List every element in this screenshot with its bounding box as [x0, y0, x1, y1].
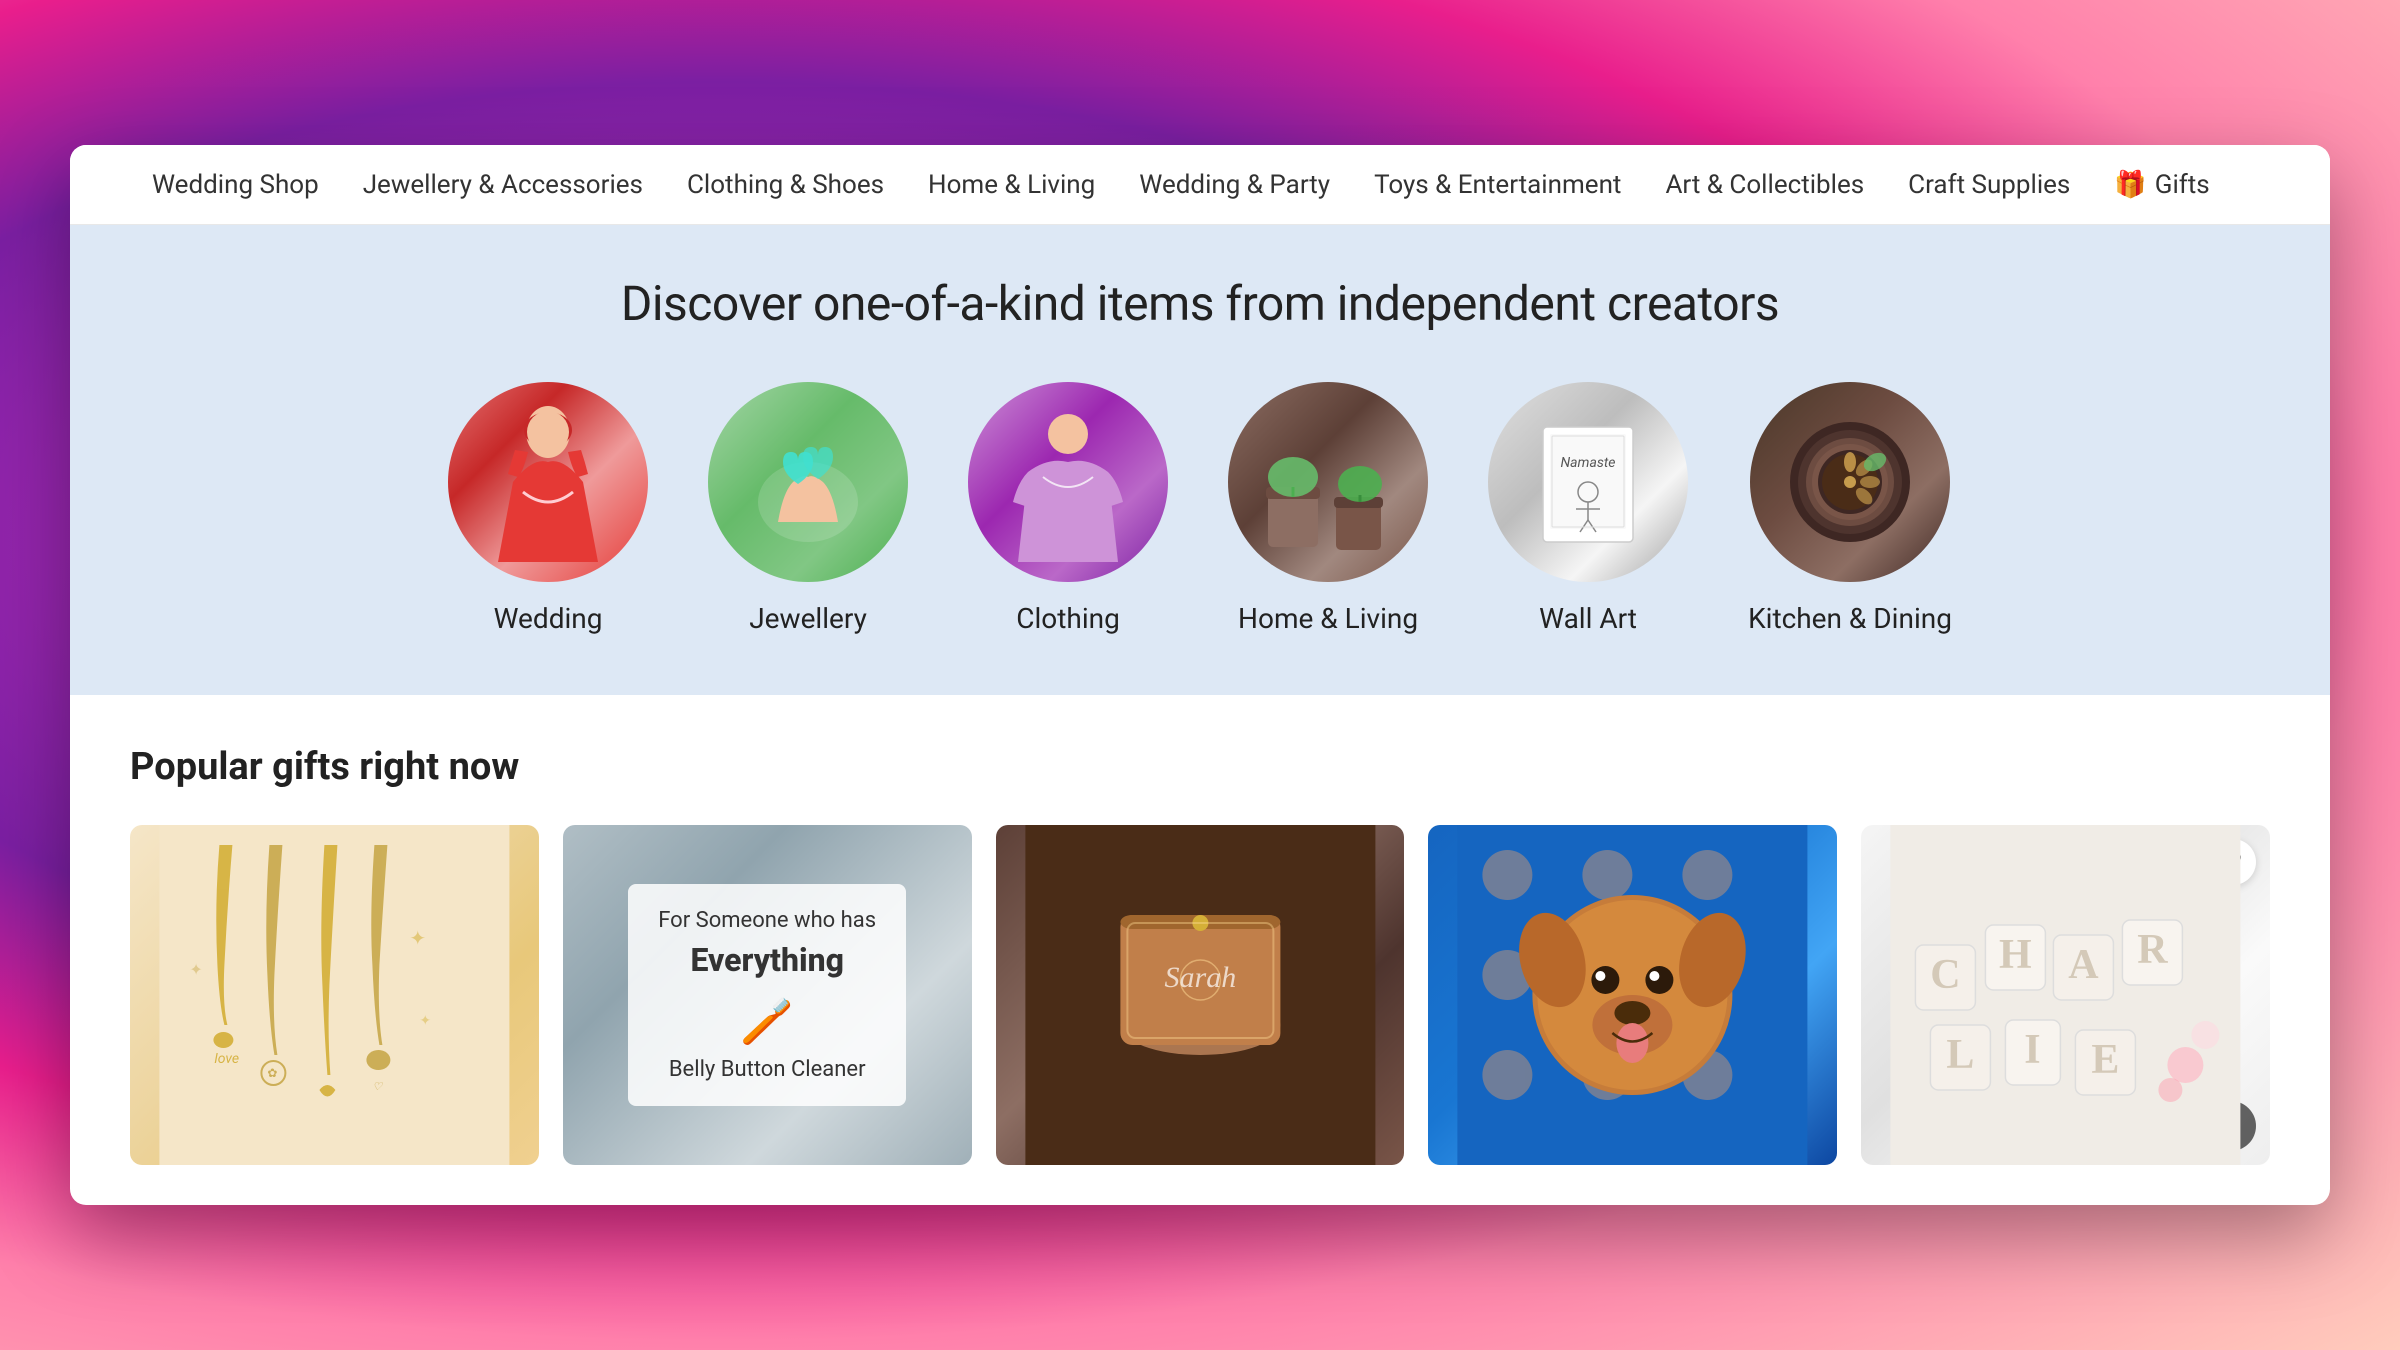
navbar: Wedding Shop Jewellery & Accessories Clo…	[70, 145, 2330, 225]
svg-text:I: I	[2024, 1027, 2040, 1073]
nav-jewellery-accessories[interactable]: Jewellery & Accessories	[341, 145, 665, 225]
svg-text:✦: ✦	[189, 960, 202, 979]
belly-line1: For Someone who has	[658, 908, 876, 933]
svg-text:✦: ✦	[419, 1013, 431, 1029]
category-clothing-label: Clothing	[1016, 602, 1120, 635]
gift-icon: 🎁	[2114, 170, 2146, 200]
nav-clothing-shoes[interactable]: Clothing & Shoes	[665, 145, 906, 225]
category-jewellery-image	[708, 382, 908, 582]
kitchen-svg	[1770, 402, 1930, 562]
category-home-living[interactable]: Home & Living	[1228, 382, 1428, 635]
nav-wedding-shop[interactable]: Wedding Shop	[130, 145, 341, 225]
category-home-label: Home & Living	[1238, 602, 1418, 635]
product-card-5[interactable]: ♡ ▶ C H A R	[1861, 825, 2270, 1165]
nav-craft-supplies[interactable]: Craft Supplies	[1886, 145, 2092, 225]
category-kitchen-label: Kitchen & Dining	[1748, 602, 1952, 635]
svg-text:✿: ✿	[267, 1066, 277, 1080]
svg-text:A: A	[2068, 942, 2099, 988]
svg-text:C: C	[1930, 952, 1960, 998]
jewellery-svg	[728, 402, 888, 562]
belly-button-icon: 🪥	[658, 995, 876, 1047]
svg-text:✦: ✦	[409, 926, 426, 950]
category-wedding[interactable]: Wedding	[448, 382, 648, 635]
product-card-4[interactable]	[1428, 825, 1837, 1165]
category-wall-art[interactable]: Namaste Wall Art	[1488, 382, 1688, 635]
svg-text:Sarah: Sarah	[1164, 961, 1236, 994]
category-wall-art-label: Wall Art	[1539, 602, 1637, 635]
nav-toys-entertainment[interactable]: Toys & Entertainment	[1352, 145, 1643, 225]
product-card-3[interactable]: Sarah	[996, 825, 1405, 1165]
category-wedding-image	[448, 382, 648, 582]
popular-title: Popular gifts right now	[130, 745, 2270, 789]
svg-text:E: E	[2092, 1037, 2120, 1083]
product-card-1[interactable]: love ✿ ♡ ✦ ✦	[130, 825, 539, 1165]
clothing-svg	[998, 402, 1138, 562]
home-living-svg	[1248, 402, 1408, 562]
nav-gifts[interactable]: 🎁 Gifts	[2092, 145, 2231, 225]
svg-text:♡: ♡	[372, 1080, 383, 1093]
category-jewellery[interactable]: Jewellery	[708, 382, 908, 635]
popular-section: Popular gifts right now love ✿	[70, 695, 2330, 1205]
category-kitchen-dining[interactable]: Kitchen & Dining	[1748, 382, 1952, 635]
svg-text:R: R	[2137, 927, 2168, 973]
browser-window: Wedding Shop Jewellery & Accessories Clo…	[70, 145, 2330, 1205]
product-card-2[interactable]: For Someone who has Everything 🪥 Belly B…	[563, 825, 972, 1165]
products-row: love ✿ ♡ ✦ ✦	[130, 825, 2270, 1165]
svg-text:Namaste: Namaste	[1561, 455, 1616, 471]
svg-text:H: H	[1999, 932, 2032, 978]
hero-title: Discover one-of-a-kind items from indepe…	[130, 275, 2270, 332]
wall-art-svg: Namaste	[1508, 402, 1668, 562]
wedding-woman-svg	[483, 402, 613, 562]
category-wedding-label: Wedding	[494, 602, 603, 635]
svg-text:love: love	[214, 1051, 239, 1067]
nav-home-living[interactable]: Home & Living	[906, 145, 1117, 225]
hero-section: Discover one-of-a-kind items from indepe…	[70, 225, 2330, 695]
categories-row: Wedding Jewellery	[130, 382, 2270, 635]
name-puzzle-svg: C H A R L I	[1861, 825, 2270, 1165]
category-clothing-image	[968, 382, 1168, 582]
category-wall-art-image: Namaste	[1488, 382, 1688, 582]
dog-blanket-svg	[1428, 825, 1837, 1165]
jewelry-box-svg: Sarah	[996, 825, 1405, 1165]
necklaces-svg: love ✿ ♡ ✦ ✦	[130, 825, 539, 1165]
nav-wedding-party[interactable]: Wedding & Party	[1117, 145, 1352, 225]
svg-text:L: L	[1947, 1032, 1975, 1078]
nav-art-collectibles[interactable]: Art & Collectibles	[1643, 145, 1886, 225]
belly-line2: Everything	[658, 941, 876, 979]
category-kitchen-image	[1750, 382, 1950, 582]
category-clothing[interactable]: Clothing	[968, 382, 1168, 635]
category-home-image	[1228, 382, 1428, 582]
category-jewellery-label: Jewellery	[749, 602, 867, 635]
belly-button-overlay: For Someone who has Everything 🪥 Belly B…	[563, 825, 972, 1165]
belly-card-content: For Someone who has Everything 🪥 Belly B…	[628, 884, 906, 1106]
belly-line3: Belly Button Cleaner	[658, 1057, 876, 1082]
